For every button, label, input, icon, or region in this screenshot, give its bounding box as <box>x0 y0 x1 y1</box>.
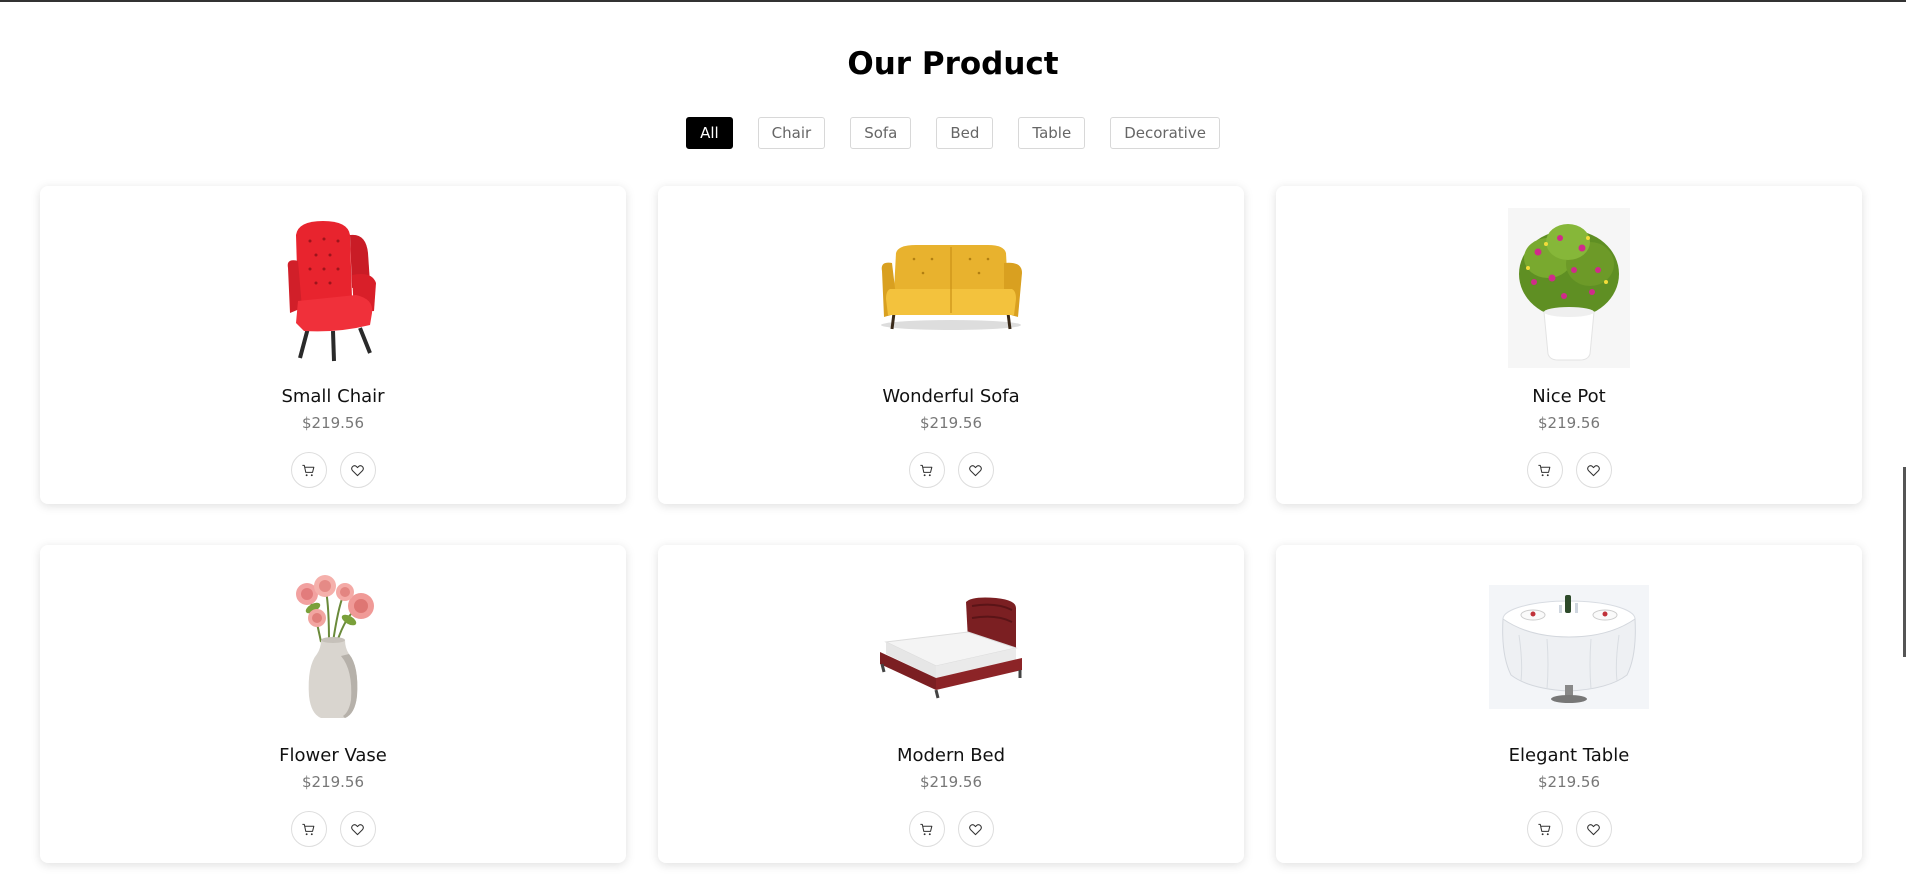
heart-icon <box>351 823 364 835</box>
category-filter-bar: All Chair Sofa Bed Table Decorative <box>0 117 1906 149</box>
product-name[interactable]: Elegant Table <box>1276 745 1862 766</box>
add-to-cart-button[interactable] <box>290 452 327 488</box>
product-actions <box>40 452 626 488</box>
wishlist-button[interactable] <box>1575 811 1612 847</box>
product-name[interactable]: Wonderful Sofa <box>658 386 1244 407</box>
product-actions <box>40 811 626 847</box>
product-card: Flower Vase $219.56 <box>40 545 626 863</box>
add-to-cart-button[interactable] <box>1526 452 1563 488</box>
heart-icon <box>969 464 982 476</box>
cart-icon <box>302 464 315 476</box>
product-image[interactable] <box>40 567 626 727</box>
product-name[interactable]: Small Chair <box>40 386 626 407</box>
product-image[interactable] <box>40 208 626 368</box>
product-price: $219.56 <box>301 773 365 791</box>
wishlist-button[interactable] <box>957 452 994 488</box>
add-to-cart-button[interactable] <box>908 811 945 847</box>
top-border <box>0 0 1906 2</box>
product-card: Nice Pot $219.56 <box>1276 186 1862 504</box>
wishlist-button[interactable] <box>339 811 376 847</box>
potted-plant-image <box>1508 208 1630 368</box>
product-price: $219.56 <box>1537 414 1601 432</box>
cart-icon <box>302 823 315 835</box>
wishlist-button[interactable] <box>1575 452 1612 488</box>
product-card: Modern Bed $219.56 <box>658 545 1244 863</box>
maroon-bed-image <box>880 597 1022 699</box>
cart-icon <box>1538 823 1551 835</box>
product-price: $219.56 <box>301 414 365 432</box>
product-name[interactable]: Modern Bed <box>658 745 1244 766</box>
product-image[interactable] <box>1276 208 1862 368</box>
filter-all-button[interactable]: All <box>686 117 733 149</box>
cart-icon <box>920 823 933 835</box>
heart-icon <box>969 823 982 835</box>
wishlist-button[interactable] <box>339 452 376 488</box>
product-image[interactable] <box>658 567 1244 727</box>
heart-icon <box>351 464 364 476</box>
product-card: Small Chair $219.56 <box>40 186 626 504</box>
filter-bed-button[interactable]: Bed <box>936 117 994 149</box>
heart-icon <box>1587 823 1600 835</box>
product-page: Our Product All Chair Sofa Bed Table Dec… <box>0 0 1906 877</box>
filter-chair-button[interactable]: Chair <box>757 117 826 149</box>
heart-icon <box>1587 464 1600 476</box>
add-to-cart-button[interactable] <box>290 811 327 847</box>
product-grid: Small Chair $219.56 Wonderful Sofa $219.… <box>40 186 1862 863</box>
product-name[interactable]: Flower Vase <box>40 745 626 766</box>
round-dining-table-image <box>1489 585 1649 709</box>
wishlist-button[interactable] <box>957 811 994 847</box>
section-title: Our Product <box>847 46 1059 82</box>
rose-vase-image <box>296 575 374 718</box>
add-to-cart-button[interactable] <box>908 452 945 488</box>
product-actions <box>658 452 1244 488</box>
product-price: $219.56 <box>919 414 983 432</box>
product-card: Wonderful Sofa $219.56 <box>658 186 1244 504</box>
cart-icon <box>920 464 933 476</box>
red-armchair-image <box>287 221 376 362</box>
yellow-sofa-image <box>881 245 1022 330</box>
product-actions <box>1276 811 1862 847</box>
filter-sofa-button[interactable]: Sofa <box>850 117 912 149</box>
filter-table-button[interactable]: Table <box>1018 117 1086 149</box>
product-actions <box>1276 452 1862 488</box>
add-to-cart-button[interactable] <box>1526 811 1563 847</box>
filter-decorative-button[interactable]: Decorative <box>1110 117 1220 149</box>
product-price: $219.56 <box>1537 773 1601 791</box>
product-price: $219.56 <box>919 773 983 791</box>
product-image[interactable] <box>1276 567 1862 727</box>
product-image[interactable] <box>658 208 1244 368</box>
product-card: Elegant Table $219.56 <box>1276 545 1862 863</box>
product-name[interactable]: Nice Pot <box>1276 386 1862 407</box>
cart-icon <box>1538 464 1551 476</box>
product-actions <box>658 811 1244 847</box>
